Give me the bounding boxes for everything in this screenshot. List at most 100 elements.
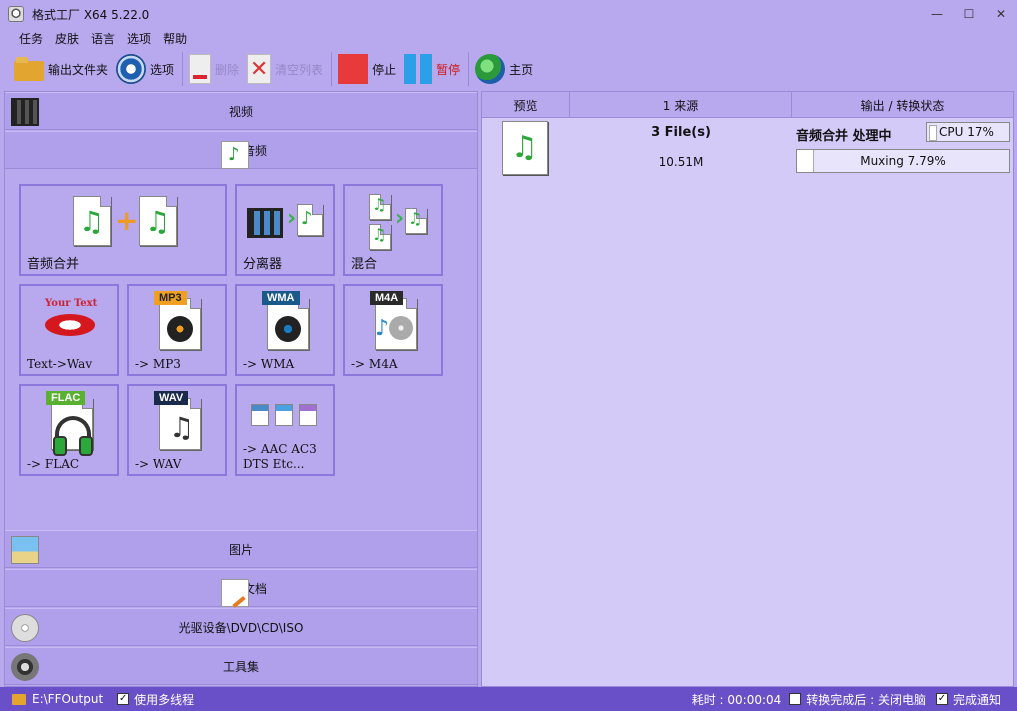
column-output-status[interactable]: 输出 / 转换状态: [792, 92, 1013, 118]
audio-preview-icon: [502, 121, 548, 175]
music-note-icon: ♫: [372, 225, 387, 244]
film-reel-icon: [11, 653, 39, 681]
task-file-size: 10.51M: [658, 155, 704, 169]
folder-icon: [14, 57, 44, 81]
category-video[interactable]: 视频: [5, 92, 477, 130]
music-note-icon: ♪: [375, 316, 390, 341]
category-disc[interactable]: 光驱设备\DVD\CD\ISO: [5, 608, 477, 646]
tile-text-to-wav[interactable]: Your Text Text->Wav: [19, 284, 119, 376]
document-pencil-icon: [220, 579, 249, 607]
options-gear-icon: [116, 54, 147, 84]
clear-list-label: 清空列表: [275, 62, 324, 77]
folder-icon: [12, 693, 26, 705]
toolbar: 输出文件夹 选项 删除 ✕ 清空列表 停止 暂停 主页: [0, 48, 1017, 90]
clear-list-icon: ✕: [247, 54, 272, 84]
home-button[interactable]: 主页: [475, 51, 533, 87]
tile-to-aac-ac3-dts[interactable]: -> AAC AC3 DTS Etc...: [235, 384, 335, 476]
task-list-header: 预览 1 来源 输出 / 转换状态: [482, 92, 1013, 118]
tile-to-flac-label: -> FLAC: [27, 457, 80, 471]
menu-bar: 任务 皮肤 语言 选项 帮助: [0, 28, 1017, 48]
tile-to-aac-ac3-dts-label: -> AAC AC3 DTS Etc...: [243, 442, 317, 472]
headphones-icon: [53, 416, 93, 456]
task-row[interactable]: 3 File(s) 10.51M 音频合并 处理中 CPU 17% Muxing…: [482, 119, 1013, 179]
pause-icon: [404, 54, 433, 84]
menu-options[interactable]: 选项: [121, 30, 157, 47]
options-label: 选项: [150, 62, 175, 77]
cpu-usage-badge: CPU 17%: [926, 122, 1010, 142]
flac-badge: FLAC: [46, 391, 86, 405]
tile-text-to-wav-label: Text->Wav: [27, 357, 93, 371]
tile-splitter[interactable]: › ♪ 分离器: [235, 184, 335, 276]
notify-label: 完成通知: [952, 692, 1001, 707]
category-picture[interactable]: 图片: [5, 530, 477, 568]
task-list-panel: 预览 1 来源 输出 / 转换状态 3 File(s) 10.51M 音频合并 …: [481, 91, 1014, 687]
category-document[interactable]: 文档: [5, 569, 477, 607]
mp3-badge: MP3: [154, 291, 187, 305]
status-bar: E:\FFOutput ✓ 使用多线程 耗时 : 00:00:04 转换完成后 …: [0, 687, 1017, 711]
after-convert-label: 转换完成后 : 关闭电脑: [806, 692, 926, 707]
music-note-icon: ♫: [372, 195, 387, 214]
picture-landscape-icon: [11, 536, 39, 564]
column-source[interactable]: 1 来源: [570, 92, 792, 118]
tile-audio-merge[interactable]: ♫ + ♫ 音频合并: [19, 184, 227, 276]
menu-task[interactable]: 任务: [13, 30, 49, 47]
notify-checkbox[interactable]: ✓: [935, 693, 948, 705]
tile-to-wma-label: -> WMA: [243, 357, 295, 371]
stop-icon: [338, 54, 369, 84]
dts-file-icon: [299, 404, 317, 426]
tile-mix-label: 混合: [351, 257, 378, 272]
menu-language[interactable]: 语言: [85, 30, 121, 47]
minimize-button[interactable]: —: [921, 0, 953, 28]
window-title: 格式工厂 X64 5.22.0: [32, 7, 150, 22]
toolbar-separator: [468, 52, 470, 86]
tile-to-wav-label: -> WAV: [135, 457, 182, 471]
options-button[interactable]: 选项: [116, 51, 174, 87]
category-audio[interactable]: 音频: [5, 131, 477, 169]
music-note-icon: ♪: [301, 208, 313, 229]
tile-to-m4a[interactable]: M4A ♪ -> M4A: [343, 284, 443, 376]
maximize-button[interactable]: ☐: [953, 0, 985, 28]
menu-help[interactable]: 帮助: [157, 30, 193, 47]
close-button[interactable]: ✕: [985, 0, 1017, 28]
home-label: 主页: [509, 62, 534, 77]
tile-to-wav[interactable]: WAV ♫ -> WAV: [127, 384, 227, 476]
audio-tools-grid: ♫ + ♫ 音频合并 › ♪ 分离器 ♫ ♫ › ♫ 混合 Your Text: [5, 170, 477, 530]
m4a-badge: M4A: [370, 291, 404, 305]
film-strip-icon: [247, 208, 283, 238]
video-film-icon: [11, 98, 39, 126]
progress-text: Muxing 7.79%: [860, 154, 946, 168]
menu-skin[interactable]: 皮肤: [49, 30, 85, 47]
music-note-icon: ♫: [145, 205, 171, 238]
column-preview[interactable]: 预览: [482, 92, 570, 118]
arrow-right-icon: ›: [395, 206, 405, 231]
pause-button[interactable]: 暂停: [404, 51, 460, 87]
output-path[interactable]: E:\FFOutput: [32, 692, 103, 706]
task-progress-bar: Muxing 7.79%: [796, 149, 1010, 173]
tile-splitter-label: 分离器: [243, 257, 283, 272]
delete-button[interactable]: 删除: [189, 51, 239, 87]
pause-label: 暂停: [436, 62, 461, 77]
aac-file-icon: [251, 404, 269, 426]
play-disc-icon: [275, 316, 301, 342]
stop-button[interactable]: 停止: [338, 51, 396, 87]
tile-audio-merge-label: 音频合并: [27, 257, 80, 272]
output-folder-button[interactable]: 输出文件夹: [14, 51, 108, 87]
toolbar-separator: [182, 52, 184, 86]
clear-list-button[interactable]: ✕ 清空列表: [247, 51, 323, 87]
category-panel: 视频 音频 ♫ + ♫ 音频合并 › ♪ 分离器 ♫ ♫ › ♫: [4, 91, 478, 687]
tile-to-wma[interactable]: WMA -> WMA: [235, 284, 335, 376]
output-folder-label: 输出文件夹: [48, 62, 109, 77]
tile-to-mp3[interactable]: MP3 -> MP3: [127, 284, 227, 376]
tile-mix[interactable]: ♫ ♫ › ♫ 混合: [343, 184, 443, 276]
tile-to-m4a-label: -> M4A: [351, 357, 398, 371]
after-convert-checkbox[interactable]: [789, 693, 802, 705]
music-note-icon: ♫: [79, 205, 105, 238]
plus-icon: +: [115, 204, 139, 237]
wav-badge: WAV: [154, 391, 189, 405]
lips-icon: [45, 314, 95, 336]
app-logo-icon: [8, 6, 24, 22]
multithread-checkbox[interactable]: ✓: [117, 693, 130, 705]
tile-to-flac[interactable]: FLAC -> FLAC: [19, 384, 119, 476]
category-tools[interactable]: 工具集: [5, 647, 477, 685]
task-file-count: 3 File(s): [651, 125, 711, 140]
